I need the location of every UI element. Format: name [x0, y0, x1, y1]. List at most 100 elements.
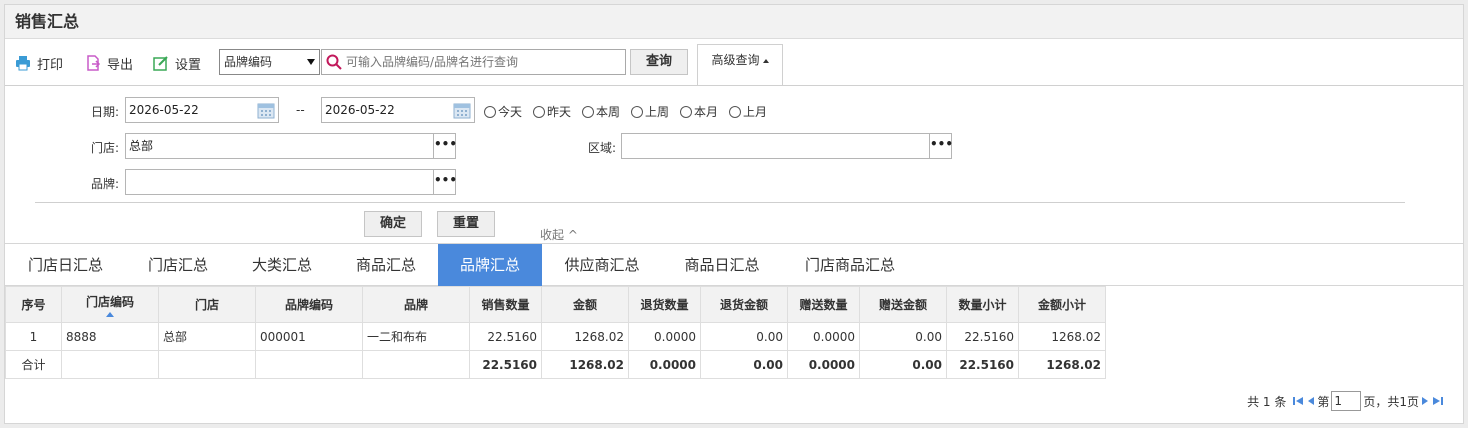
- col-header[interactable]: 金额: [541, 286, 629, 323]
- radio-circle: [631, 105, 643, 118]
- cell: 一二和布布: [362, 322, 470, 351]
- col-header[interactable]: 退货金额: [700, 286, 788, 323]
- export-label: 导出: [107, 57, 134, 73]
- page-number-input[interactable]: 1: [1331, 391, 1362, 411]
- col-header[interactable]: 序号: [5, 286, 62, 323]
- col-header-label: 门店编码: [85, 294, 134, 309]
- col-header[interactable]: 门店: [158, 286, 256, 323]
- cell: 0.0000: [787, 350, 860, 379]
- advanced-filter-panel: 日期: 2026-05-22 -- 2026-05-22 今天 昨天 本周 上周…: [5, 85, 1463, 243]
- radio-last-month[interactable]: 上月: [729, 103, 767, 120]
- date-to-value: 2026-05-22: [325, 103, 395, 117]
- brand-label: 品牌:: [91, 177, 120, 191]
- col-header[interactable]: 赠送金额: [859, 286, 947, 323]
- print-button[interactable]: 打印: [15, 53, 63, 73]
- store-field[interactable]: 总部 •••: [125, 133, 457, 159]
- cell: 22.5160: [469, 322, 542, 351]
- cell: [61, 350, 159, 379]
- collapse-link[interactable]: 收起 ^: [540, 226, 578, 243]
- date-label: 日期:: [91, 105, 120, 119]
- col-header[interactable]: 金额小计: [1018, 286, 1106, 323]
- query-button[interactable]: 查询: [630, 49, 688, 75]
- cell: 8888: [61, 322, 159, 351]
- summary-tabs: 门店日汇总 门店汇总 大类汇总 商品汇总 品牌汇总 供应商汇总 商品日汇总 门店…: [5, 243, 1463, 286]
- tab-store[interactable]: 门店汇总: [126, 244, 230, 286]
- next-page-icon[interactable]: [1420, 395, 1430, 407]
- col-header[interactable]: 退货数量: [628, 286, 701, 323]
- col-header[interactable]: 销售数量: [469, 286, 542, 323]
- store-picker-button[interactable]: •••: [433, 134, 457, 158]
- date-from-field[interactable]: 2026-05-22: [125, 97, 279, 123]
- tab-brand[interactable]: 品牌汇总: [438, 244, 542, 286]
- cell: 0.0000: [628, 350, 701, 379]
- col-header[interactable]: 品牌: [362, 286, 470, 323]
- last-page-icon[interactable]: [1432, 395, 1444, 407]
- export-button[interactable]: 导出: [85, 53, 133, 73]
- cell: 0.0000: [787, 322, 860, 351]
- tab-store-product[interactable]: 门店商品汇总: [782, 244, 918, 286]
- cell: 22.5160: [946, 350, 1019, 379]
- radio-this-week[interactable]: 本周: [582, 103, 620, 120]
- radio-today[interactable]: 今天: [484, 103, 522, 120]
- table-row[interactable]: 1 8888 总部 000001 一二和布布 22.5160 1268.02 0…: [5, 322, 1106, 351]
- pager-total: 共 1 条: [1247, 394, 1287, 409]
- col-header[interactable]: 赠送数量: [787, 286, 860, 323]
- cell: 0.00: [859, 350, 947, 379]
- prev-page-icon[interactable]: [1306, 395, 1316, 407]
- calendar-icon[interactable]: [257, 101, 275, 119]
- advanced-query-tab[interactable]: 高级查询: [697, 44, 783, 86]
- store-label: 门店:: [91, 141, 120, 155]
- settings-button[interactable]: 设置: [153, 53, 201, 73]
- search-field-select[interactable]: 品牌编码: [219, 49, 320, 75]
- store-value: 总部: [129, 139, 154, 153]
- cell: 1268.02: [1018, 350, 1106, 379]
- tab-supplier[interactable]: 供应商汇总: [542, 244, 662, 286]
- col-header[interactable]: 数量小计: [946, 286, 1019, 323]
- cell: 1268.02: [1018, 322, 1106, 351]
- print-label: 打印: [37, 57, 64, 73]
- tab-product[interactable]: 商品汇总: [334, 244, 438, 286]
- first-page-icon[interactable]: [1292, 395, 1304, 407]
- cell: 1: [5, 322, 62, 351]
- cell: 0.00: [700, 322, 788, 351]
- cell: 0.0000: [628, 322, 701, 351]
- summary-table: 序号 门店编码 门店 品牌编码 品牌 销售数量 金额 退货数量 退货金额 赠送数…: [5, 286, 1106, 379]
- radio-yesterday[interactable]: 昨天: [533, 103, 571, 120]
- brand-picker-button[interactable]: •••: [433, 170, 457, 194]
- date-from-value: 2026-05-22: [129, 103, 199, 117]
- radio-last-week[interactable]: 上周: [631, 103, 669, 120]
- cell: 22.5160: [469, 350, 542, 379]
- confirm-button[interactable]: 确定: [364, 211, 422, 237]
- radio-today-label: 今天: [498, 105, 523, 119]
- radio-last-week-label: 上周: [645, 105, 670, 119]
- tab-store-daily[interactable]: 门店日汇总: [5, 244, 126, 286]
- radio-circle: [680, 105, 692, 118]
- brand-field[interactable]: •••: [125, 169, 457, 195]
- tab-category[interactable]: 大类汇总: [230, 244, 334, 286]
- calendar-icon[interactable]: [453, 101, 471, 119]
- radio-circle: [729, 105, 741, 118]
- reset-button[interactable]: 重置: [437, 211, 495, 237]
- date-to-field[interactable]: 2026-05-22: [321, 97, 475, 123]
- filter-divider: [35, 202, 1405, 203]
- radio-yesterday-label: 昨天: [547, 105, 572, 119]
- sort-ascending-icon: [106, 311, 114, 317]
- total-label: 合计: [5, 350, 62, 379]
- cell: 1268.02: [541, 322, 629, 351]
- col-header-sorted[interactable]: 门店编码: [61, 286, 159, 323]
- col-header[interactable]: 品牌编码: [255, 286, 363, 323]
- cell: 000001: [255, 322, 363, 351]
- area-picker-button[interactable]: •••: [929, 134, 953, 158]
- search-input[interactable]: [346, 55, 616, 69]
- area-field[interactable]: •••: [621, 133, 953, 159]
- pagination: 共 1 条 第 1 页，共1页: [1247, 391, 1445, 411]
- radio-this-month-label: 本月: [694, 105, 719, 119]
- page-title: 销售汇总: [5, 5, 1463, 39]
- radio-this-month[interactable]: 本月: [680, 103, 718, 120]
- settings-label: 设置: [175, 57, 202, 73]
- tab-product-daily[interactable]: 商品日汇总: [662, 244, 782, 286]
- cell: 0.00: [859, 322, 947, 351]
- radio-circle: [484, 105, 496, 118]
- advanced-query-label: 高级查询: [711, 53, 760, 67]
- cell: [255, 350, 363, 379]
